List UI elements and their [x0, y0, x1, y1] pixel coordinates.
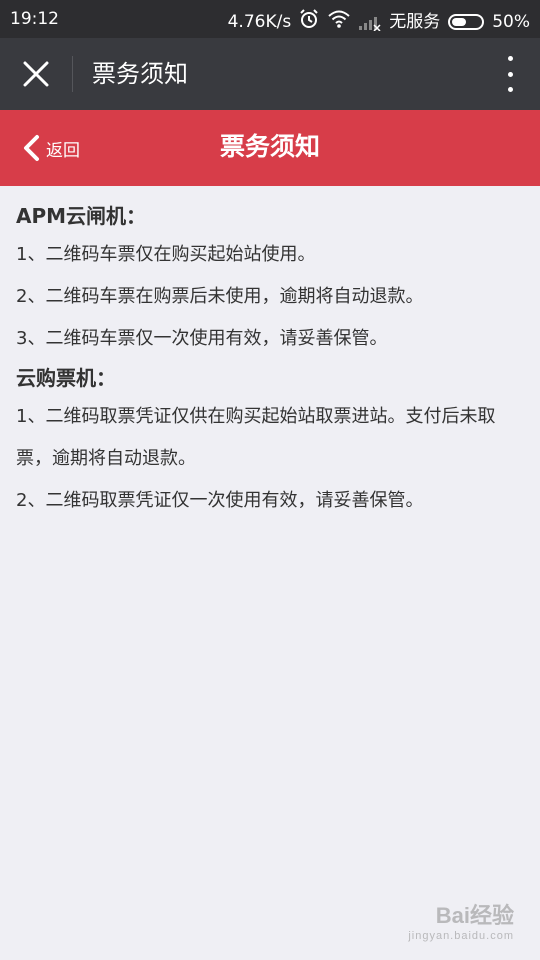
more-options-button[interactable] [500, 56, 520, 92]
app-header: 票务须知 [0, 38, 540, 110]
watermark-sub: jingyan.baidu.com [408, 930, 514, 942]
alarm-icon [299, 9, 319, 34]
battery-icon [448, 13, 485, 30]
header-divider [72, 56, 73, 92]
list-item: 2、二维码车票在购票后未使用，逾期将自动退款。 [16, 286, 424, 307]
baidu-jingyan-watermark: Bai经验 jingyan.baidu.com [408, 898, 514, 942]
carrier-text: 无服务 [389, 11, 441, 32]
section-title-cloud-ticket-machine: 云购票机： [16, 366, 116, 390]
section-title-apm: APM云闸机： [16, 204, 147, 228]
list-item: 2、二维码取票凭证仅一次使用有效，请妥善保管。 [16, 490, 424, 511]
list-item: 3、二维码车票仅一次使用有效，请妥善保管。 [16, 328, 388, 349]
battery-fill [452, 17, 467, 26]
list-item: 1、二维码取票凭证仅供在购买起始站取票进站。支付后未取票，逾期将自动退款。 [16, 406, 496, 469]
page-title: 票务须知 [219, 132, 320, 161]
close-button[interactable] [14, 52, 58, 96]
network-speed: 4.76K/s [227, 11, 292, 32]
app-header-title: 票务须知 [92, 60, 188, 88]
more-vertical-icon-dot [507, 87, 513, 92]
more-vertical-icon [507, 56, 513, 61]
signal-icon [359, 13, 381, 32]
status-bar: 19:12 4.76K/s 无服务 50% [0, 0, 540, 38]
more-vertical-icon-dot [507, 71, 513, 77]
wifi-icon [327, 9, 351, 34]
close-icon [23, 61, 49, 87]
ticket-notice-content: APM云闸机： 1、二维码车票仅在购买起始站使用。 2、二维码车票在购票后未使用… [16, 198, 528, 522]
status-right-group: 4.76K/s 无服务 50% [228, 9, 530, 34]
page-header: 返回 票务须知 [0, 110, 540, 186]
status-time: 19:12 [10, 9, 59, 29]
watermark-brand: Bai经验 [435, 903, 514, 928]
battery-percent: 50% [492, 11, 530, 32]
list-item: 1、二维码车票仅在购买起始站使用。 [16, 244, 316, 265]
